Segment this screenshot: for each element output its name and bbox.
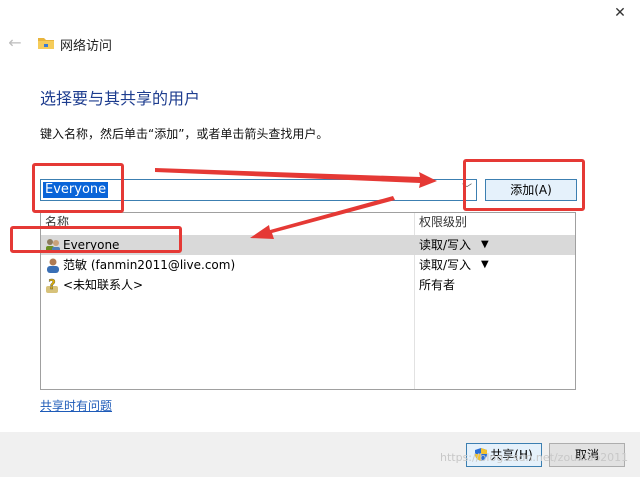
title-bar: ← 网络访问 ✕: [0, 0, 640, 62]
close-icon[interactable]: ✕: [610, 4, 630, 22]
page-heading: 选择要与其共享的用户: [40, 89, 201, 108]
permission-level[interactable]: 读取/写入: [419, 235, 471, 255]
highlight-add-button: [463, 159, 585, 211]
permission-level[interactable]: 读取/写入: [419, 255, 471, 275]
list-row-user[interactable]: 范敏 (fanmin2011@live.com) 读取/写入 ▼: [41, 255, 575, 275]
sharing-help-link[interactable]: 共享时有问题: [40, 397, 112, 414]
column-header-permission[interactable]: 权限级别: [419, 213, 467, 231]
svg-text:?: ?: [48, 278, 56, 293]
list-row-unknown[interactable]: ? <未知联系人> 所有者: [41, 275, 575, 295]
permission-level: 所有者: [419, 278, 456, 292]
user-name: 范敏 (fanmin2011@live.com): [63, 258, 236, 272]
dropdown-arrow-icon[interactable]: ▼: [481, 255, 489, 275]
network-folder-icon: [38, 38, 54, 49]
user-icon: [47, 258, 59, 273]
dropdown-arrow-icon[interactable]: ▼: [481, 235, 489, 255]
back-arrow-icon[interactable]: ←: [6, 34, 24, 52]
instruction-text: 键入名称，然后单击“添加”，或者单击箭头查找用户。: [40, 127, 329, 141]
highlight-everyone-row: [10, 226, 182, 253]
user-name: <未知联系人>: [63, 278, 144, 292]
watermark-text: https://blog.csdn.net/zouxiao2011: [440, 451, 629, 464]
unknown-contact-icon: ?: [46, 278, 58, 293]
highlight-input-box: [32, 163, 124, 213]
window-title: 网络访问: [60, 39, 113, 54]
